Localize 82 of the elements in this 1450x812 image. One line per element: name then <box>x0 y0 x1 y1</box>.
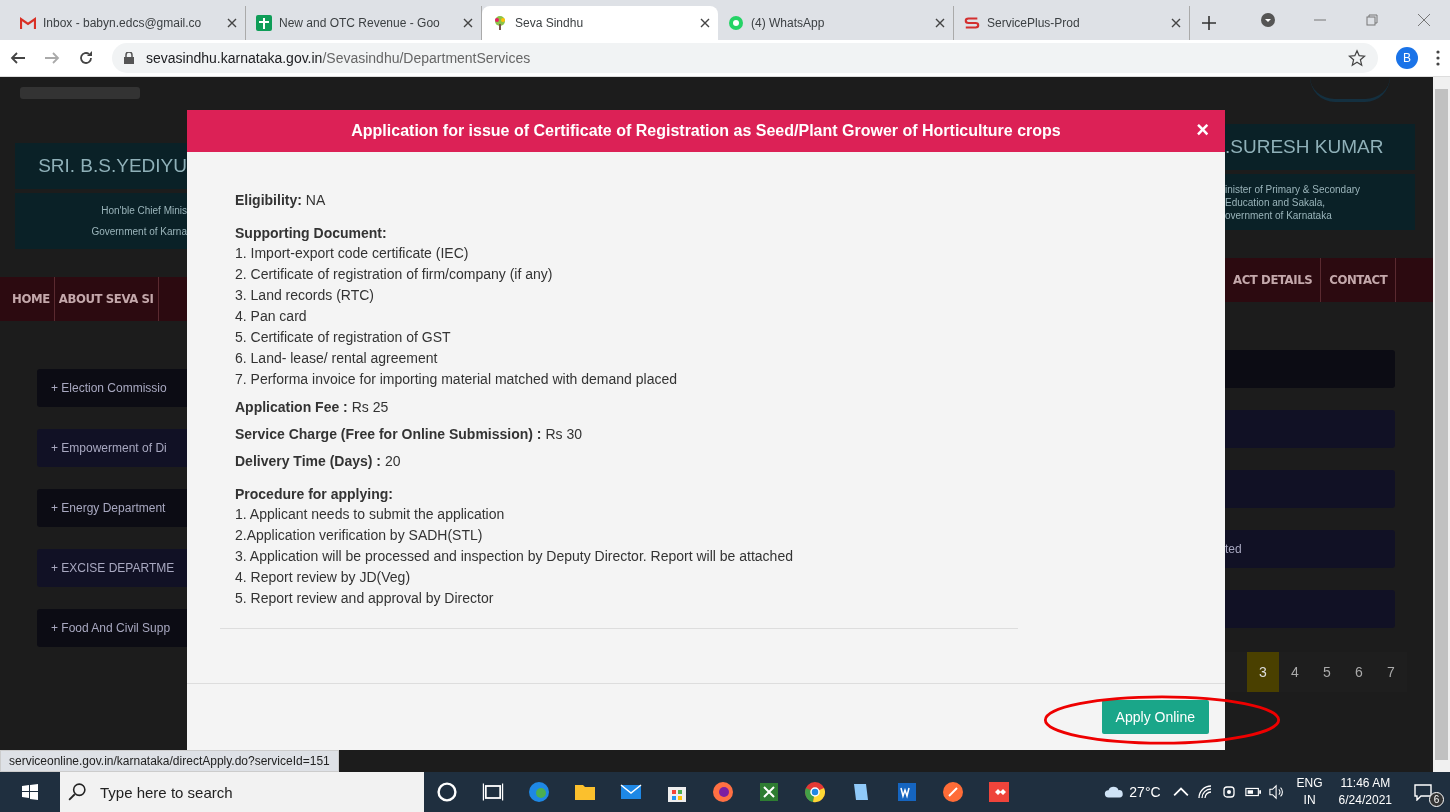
tab-search-icon[interactable] <box>1260 12 1276 28</box>
browser-tab[interactable]: Seva Sindhu <box>482 6 718 40</box>
page-link[interactable]: 5 <box>1311 652 1343 692</box>
close-icon[interactable] <box>463 18 473 28</box>
list-item-text: 2. Certificate of registration of firm/company (if any) <box>235 265 554 284</box>
modal-title: Application for issue of Certificate of Registration as Seed/Plant Grower of Horticulture crops <box>351 122 1061 140</box>
search-icon <box>68 783 86 801</box>
lock-icon <box>124 52 134 64</box>
star-icon[interactable] <box>1348 49 1366 67</box>
reload-icon[interactable] <box>78 50 94 66</box>
clock[interactable]: 11:46 AM 6/24/2021 <box>1338 775 1392 809</box>
list-item-text: 6. Land- lease/ rental agreement <box>235 349 439 368</box>
page-link[interactable]: 4 <box>1279 652 1311 692</box>
department-item[interactable]: + EXCISE DEPARTME <box>37 549 187 587</box>
banner-text: overnment of Karnataka <box>1225 209 1332 221</box>
taskbar-search-field[interactable]: Type here to search <box>60 772 424 812</box>
list-item-text: 7. Performa invoice for importing material matched with demand placed <box>235 370 678 389</box>
profile-avatar[interactable]: B <box>1396 47 1418 69</box>
close-icon[interactable] <box>700 18 710 28</box>
windows-start-icon[interactable] <box>22 784 38 800</box>
nav-link[interactable]: HOME <box>8 277 55 321</box>
banner-text: inister of Primary & Secondary <box>1225 183 1361 195</box>
menu-icon[interactable] <box>1436 50 1440 66</box>
spreadsheet-icon <box>256 15 272 31</box>
banner-name: .SURESH KUMAR <box>1225 124 1415 170</box>
document-icon[interactable] <box>895 780 919 804</box>
list-item-text: 1. Applicant needs to submit the application <box>235 505 506 524</box>
nav-link[interactable]: ABOUT SEVA SI <box>54 277 159 321</box>
camera-icon[interactable] <box>1220 784 1237 800</box>
list-item-text: 4. Report review by JD(Veg) <box>235 568 412 587</box>
notification-badge: 6 <box>1429 792 1444 807</box>
wifi-icon[interactable] <box>1196 784 1213 800</box>
speaker-icon[interactable] <box>1268 784 1285 800</box>
new-tab-icon[interactable] <box>1202 16 1216 30</box>
list-item-text: 1. Import-export code certificate (IEC) <box>235 244 470 263</box>
address-bar[interactable]: sevasindhu.karnataka.gov.in/Sevasindhu/DepartmentServices <box>112 43 1378 73</box>
list-item-text: 5. Report review and approval by Director <box>235 589 495 608</box>
scrollbar-thumb[interactable] <box>1435 89 1448 760</box>
page-link[interactable]: 6 <box>1343 652 1375 692</box>
department-item[interactable]: ted <box>1225 530 1395 568</box>
banner-text: Hon'ble Chief Minis <box>101 205 187 216</box>
nav-link[interactable]: ACT DETAILS <box>1225 258 1322 302</box>
close-icon[interactable] <box>935 18 945 28</box>
browser-icon[interactable] <box>527 780 551 804</box>
department-item[interactable]: + Food And Civil Supp <box>37 609 187 647</box>
notification-icon[interactable] <box>1412 783 1434 801</box>
mail-icon <box>20 15 36 31</box>
department-item[interactable]: + Election Commissio <box>37 369 187 407</box>
logo-icon <box>964 15 980 31</box>
info-text: Eligibility: NA <box>235 192 327 208</box>
banner-text: Government of Karna <box>91 226 187 237</box>
section-heading: Supporting Document: <box>235 225 388 241</box>
close-button[interactable]: × <box>1192 118 1213 142</box>
list-item-text: 3. Application will be processed and inspection by Deputy Director. Report will be attached <box>235 547 794 566</box>
close-icon[interactable] <box>1171 18 1181 28</box>
nav-link[interactable]: CONTACT <box>1321 258 1397 302</box>
close-window-icon[interactable] <box>1416 12 1432 28</box>
department-item[interactable]: + Energy Department <box>37 489 187 527</box>
language-indicator[interactable]: ENG IN <box>1296 775 1323 809</box>
page-link[interactable]: 3 <box>1247 652 1279 692</box>
scrollbar[interactable] <box>1433 77 1450 772</box>
section-heading: Procedure for applying: <box>235 486 394 502</box>
close-icon[interactable] <box>227 18 237 28</box>
banner-name: SRI. B.S.YEDIYU <box>15 143 187 189</box>
list-item-text: 5. Certificate of registration of GST <box>235 328 452 347</box>
department-item[interactable]: + Empowerment of Di <box>37 429 187 467</box>
info-text: Service Charge (Free for Online Submission) : Rs 30 <box>235 426 583 442</box>
back-icon[interactable] <box>10 50 26 66</box>
spreadsheet-icon[interactable] <box>757 780 781 804</box>
list-item-text: 2.Application verification by SADH(STL) <box>235 526 484 545</box>
list-item-text: 4. Pan card <box>235 307 308 326</box>
tree-icon <box>492 15 508 31</box>
temperature-text: 27°C <box>1129 784 1161 800</box>
info-text: Application Fee : Rs 25 <box>235 399 390 415</box>
status-url: serviceonline.gov.in/karnataka/directApply.do?serviceId=151 <box>0 750 339 772</box>
browser-icon[interactable] <box>803 780 827 804</box>
banner-text: Education and Sakala, <box>1225 196 1326 208</box>
list-item-text: 3. Land records (RTC) <box>235 286 375 305</box>
page-link[interactable]: 7 <box>1375 652 1407 692</box>
circle-icon[interactable] <box>435 780 459 804</box>
info-text: Delivery Time (Days) : 20 <box>235 453 402 469</box>
chat-icon <box>728 15 744 31</box>
